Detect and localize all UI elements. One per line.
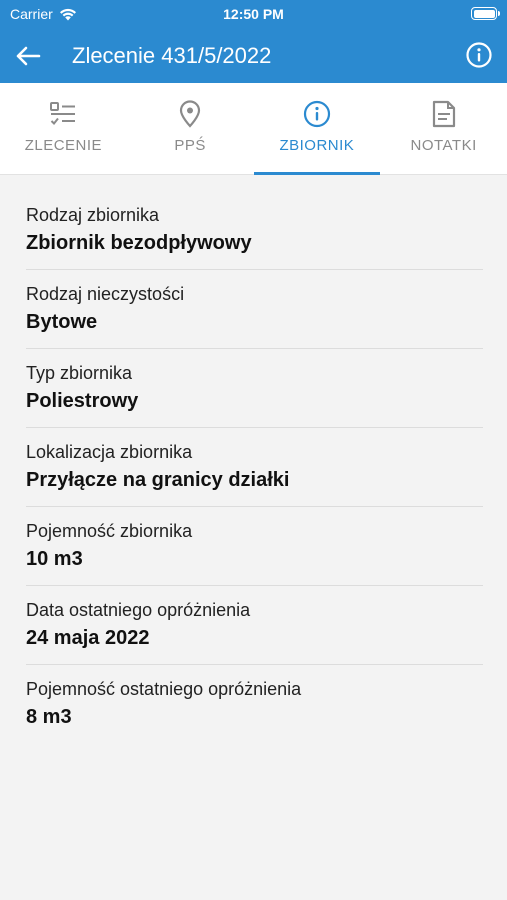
- detail-label: Lokalizacja zbiornika: [26, 442, 193, 462]
- checklist-icon: [50, 102, 76, 125]
- battery-icon: [471, 7, 500, 20]
- tab-pps[interactable]: PPŚ: [127, 83, 254, 174]
- detail-label: Rodzaj nieczystości: [26, 284, 185, 304]
- status-time: 12:50 PM: [223, 6, 284, 22]
- detail-label: Pojemność ostatniego opróżnienia: [26, 679, 302, 699]
- detail-label: Data ostatniego opróżnienia: [26, 600, 251, 620]
- detail-label: Rodzaj zbiornika: [26, 205, 160, 225]
- page-title: Zlecenie 431/5/2022: [72, 42, 272, 68]
- info-circle-icon: [303, 100, 330, 128]
- detail-value: Poliestrowy: [26, 390, 139, 412]
- detail-value: 10 m3: [26, 548, 83, 570]
- detail-value: Zbiornik bezodpływowy: [26, 232, 252, 254]
- back-button[interactable]: [14, 42, 42, 70]
- tab-notatki[interactable]: NOTATKI: [380, 83, 507, 174]
- detail-value: 8 m3: [26, 706, 72, 728]
- note-icon: [432, 100, 455, 128]
- tab-label: ZBIORNIK: [279, 137, 355, 154]
- detail-label: Typ zbiornika: [26, 363, 133, 383]
- detail-row: Pojemność zbiornika 10 m3: [26, 507, 483, 586]
- tab-bar: ZLECENIE PPŚ ZBIORNIK NOTATKI: [0, 83, 507, 175]
- detail-row: Rodzaj zbiornika Zbiornik bezodpływowy: [26, 175, 483, 270]
- info-button[interactable]: [465, 41, 493, 69]
- tab-label: NOTATKI: [410, 137, 477, 154]
- tab-zlecenie[interactable]: ZLECENIE: [0, 83, 127, 174]
- detail-row: Pojemność ostatniego opróżnienia 8 m3: [26, 665, 483, 743]
- tank-details: Rodzaj zbiornika Zbiornik bezodpływowy R…: [0, 175, 507, 743]
- info-circle-icon: [466, 42, 492, 68]
- nav-bar: Zlecenie 431/5/2022: [0, 28, 507, 83]
- detail-row: Rodzaj nieczystości Bytowe: [26, 270, 483, 349]
- tab-zbiornik[interactable]: ZBIORNIK: [253, 83, 381, 175]
- arrow-left-icon: [16, 46, 41, 65]
- status-bar: Carrier 12:50 PM: [0, 0, 507, 28]
- detail-row: Typ zbiornika Poliestrowy: [26, 349, 483, 428]
- detail-row: Data ostatniego opróżnienia 24 maja 2022: [26, 586, 483, 665]
- detail-value: Bytowe: [26, 311, 98, 333]
- detail-row: Lokalizacja zbiornika Przyłącze na grani…: [26, 428, 483, 507]
- location-pin-icon: [180, 100, 201, 128]
- detail-label: Pojemność zbiornika: [26, 521, 193, 541]
- tab-label: ZLECENIE: [24, 137, 103, 154]
- detail-value: 24 maja 2022: [26, 627, 150, 649]
- app-header: Carrier 12:50 PM Zlecenie 431/5/2022: [0, 0, 507, 83]
- detail-value: Przyłącze na granicy działki: [26, 469, 290, 491]
- tab-label: PPŚ: [174, 137, 206, 154]
